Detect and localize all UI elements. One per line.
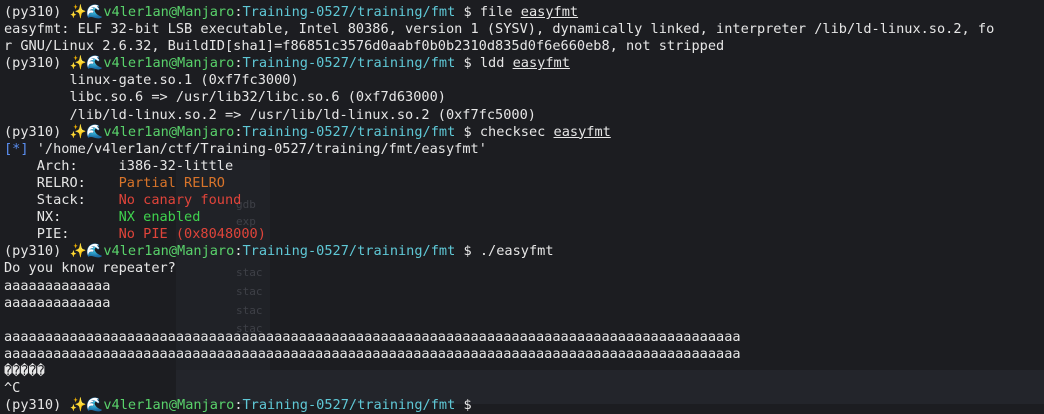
checksec-row: NX: NX enabled [4, 209, 201, 226]
sparkles-icon: ✨ [69, 123, 87, 140]
output-line: Do you know repeater? [4, 260, 176, 277]
sparkles-icon: ✨ [69, 55, 87, 72]
output-line: aaaaaaaaaaaaaaaaaaaaaaaaaaaaaaaaaaaaaaaa… [4, 328, 741, 345]
cwd: Training-0527/training/fmt [242, 4, 456, 20]
checksec-row: RELRO: Partial RELRO [4, 174, 225, 191]
checksec-path-line: [*] '/home/v4ler1an/ctf/Training-0527/tr… [4, 140, 487, 157]
command-arg: easyfmt [553, 123, 611, 140]
info-marker: [*] [4, 140, 29, 157]
conda-env: (py310) [4, 4, 62, 20]
wave-icon: 🌊 [86, 123, 104, 140]
shell-prompt-line: (py310) ✨🌊v4ler1an@Manjaro:Training-0527… [4, 123, 611, 140]
terminal-output[interactable]: (py310) ✨🌊v4ler1an@Manjaro:Training-0527… [4, 4, 1044, 414]
output-line: linux-gate.so.1 (0xf7fc3000) [4, 72, 299, 89]
wave-icon: 🌊 [86, 4, 104, 20]
command: ./easyfmt [479, 243, 554, 260]
shell-prompt-line: (py310) ✨🌊v4ler1an@Manjaro:Training-0527… [4, 397, 472, 414]
output-line: easyfmt: ELF 32-bit LSB executable, Inte… [4, 21, 995, 38]
output-line: aaaaaaaaaaaaaaaaaaaaaaaaaaaaaaaaaaaaaaaa… [4, 345, 741, 362]
command-arg: easyfmt [520, 4, 579, 20]
sparkles-icon: ✨ [69, 243, 87, 260]
sparkles-icon: ✨ [69, 4, 87, 20]
shell-prompt-line: (py310) ✨🌊v4ler1an@Manjaro:Training-0527… [4, 4, 579, 20]
checksec-row: PIE: No PIE (0x8048000) [4, 226, 266, 243]
output-line: libc.so.6 => /usr/lib32/libc.so.6 (0xf7d… [4, 89, 446, 106]
output-line: aaaaaaaaaaaaa [4, 294, 111, 311]
prompt-symbol: $ [463, 4, 472, 20]
command: ldd [479, 55, 505, 72]
output-line: aaaaaaaaaaaaa [4, 277, 111, 294]
output-line: /lib/ld-linux.so.2 => /usr/lib/ld-linux.… [4, 106, 536, 123]
output-line: r GNU/Linux 2.6.32, BuildID[sha1]=f86851… [4, 38, 725, 55]
shell-prompt-line: (py310) ✨🌊v4ler1an@Manjaro:Training-0527… [4, 55, 570, 72]
checksec-row: Arch: i386-32-little [4, 157, 234, 174]
wave-icon: 🌊 [86, 243, 104, 260]
sparkles-icon: ✨ [69, 397, 87, 414]
wave-icon: 🌊 [86, 397, 104, 414]
checksec-row: Stack: No canary found [4, 192, 242, 209]
output-line: ����� [4, 362, 45, 379]
command: file [479, 4, 513, 20]
output-line: ^C [4, 380, 21, 397]
command-arg: easyfmt [512, 55, 570, 72]
user-host: v4ler1an@Manjaro [103, 4, 235, 20]
wave-icon: 🌊 [86, 55, 104, 72]
command: checksec [479, 123, 546, 140]
shell-prompt-line: (py310) ✨🌊v4ler1an@Manjaro:Training-0527… [4, 243, 554, 260]
